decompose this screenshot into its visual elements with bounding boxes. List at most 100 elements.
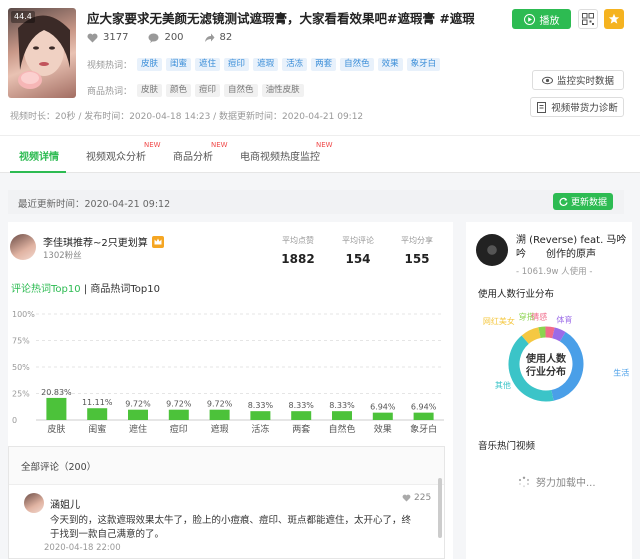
y-tick-label: 0: [12, 416, 17, 425]
y-tick-label: 100%: [12, 310, 35, 319]
product-word-tag[interactable]: 颜色: [166, 84, 192, 97]
hot-word-tag[interactable]: 遮瑕: [253, 58, 279, 71]
update-data-button[interactable]: 更新数据: [553, 193, 613, 210]
star-icon: [608, 13, 620, 24]
crown-icon: [151, 235, 164, 248]
product-word-tag[interactable]: 油性皮肤: [261, 84, 304, 97]
kpi-avg-likes: 平均点赞 1882: [281, 236, 315, 266]
hot-score-badge: 44.4: [11, 11, 35, 23]
tab-audience-analysis[interactable]: 视频观众分析 NEW: [86, 141, 161, 163]
product-word-tag[interactable]: 自然色: [224, 84, 258, 97]
tab-product-analysis[interactable]: 商品分析 NEW: [173, 141, 228, 163]
x-tick-label: 效果: [374, 423, 392, 435]
product-hot-words: 商品热词： 皮肤 颜色 痘印 自然色 油性皮肤: [87, 84, 304, 97]
donut-segment: [538, 326, 546, 339]
hot-word-tag[interactable]: 效果: [377, 58, 403, 71]
donut-segment: [521, 327, 541, 345]
heart-icon: [87, 33, 98, 42]
comments-header: 全部评论（200）: [9, 447, 444, 485]
tab-comment-keywords[interactable]: 评论热词Top10: [11, 284, 81, 295]
comment-count: 200: [148, 32, 184, 43]
donut-label: 网红美女: [483, 316, 515, 326]
bar-value-label: 8.33%: [329, 401, 355, 410]
hot-word-tag[interactable]: 活冻: [282, 58, 308, 71]
bar-value-label: 9.72%: [125, 400, 151, 409]
video-hot-words-label: 视频热词：: [87, 61, 133, 71]
loading-indicator: 努力加载中...: [518, 474, 596, 489]
bar-value-label: 8.33%: [288, 401, 314, 410]
product-word-tag[interactable]: 皮肤: [137, 84, 163, 97]
bar-value-label: 11.11%: [82, 398, 113, 407]
donut-label: 情感: [531, 311, 547, 321]
keyword-tab-separator: |: [83, 284, 88, 295]
last-update-time: 最近更新时间：2020-04-21 09:12: [18, 199, 171, 210]
favorite-button[interactable]: [604, 9, 624, 29]
bar-value-label: 9.72%: [166, 400, 192, 409]
active-tab-indicator: [10, 171, 66, 173]
x-tick-label: 活冻: [251, 423, 269, 435]
comment-text: 今天到的，这款遮瑕效果太牛了，脸上的小痘痕、痘印、斑点都能遮住，太开心了，终于找…: [50, 515, 412, 540]
author-name[interactable]: 李佳琪推荐~2只更划算: [43, 234, 164, 249]
x-tick-label: 自然色: [328, 423, 355, 435]
author-avatar[interactable]: [10, 234, 36, 260]
hot-word-tag[interactable]: 痘印: [224, 58, 250, 71]
tab-video-detail[interactable]: 视频详情: [19, 148, 59, 163]
commenter-name[interactable]: 涵姐儿: [50, 496, 80, 511]
bar: [128, 409, 148, 420]
qrcode-button[interactable]: [578, 9, 598, 29]
video-thumbnail[interactable]: 44.4: [8, 8, 76, 98]
video-meta: 视频时长：20秒 / 发布时间：2020-04-18 14:23 / 数据更新时…: [10, 112, 364, 122]
document-icon: [537, 101, 547, 113]
bar-value-label: 20.83%: [41, 388, 72, 397]
y-tick-label: 50%: [12, 363, 30, 372]
industry-donut-chart: 生活其他网红美女穿搭情感 体育使用人数行业分布: [483, 311, 629, 402]
update-bar: 最近更新时间：2020-04-21 09:12 更新数据: [8, 190, 624, 214]
commenter-avatar[interactable]: [24, 493, 44, 513]
bar: [250, 411, 271, 420]
music-cover[interactable]: [476, 234, 508, 266]
donut-segment: [545, 326, 555, 339]
x-tick-label: 两套: [292, 423, 310, 435]
bar-value-label: 6.94%: [370, 403, 396, 412]
x-tick-label: 痘印: [170, 423, 188, 435]
new-badge: NEW: [211, 141, 228, 149]
industry-title: 使用人数行业分布: [478, 289, 555, 300]
music-panel: 溯 (Reverse) feat. 马吟吟 创作的原声 - 1061.9w 人使…: [466, 222, 632, 559]
bar: [209, 409, 230, 420]
monitor-realtime-button[interactable]: 监控实时数据: [532, 70, 624, 90]
hot-word-tag[interactable]: 遮住: [195, 58, 221, 71]
comment-like-count[interactable]: 225: [402, 493, 431, 503]
diagnose-button[interactable]: 视频带货力诊断: [530, 97, 624, 117]
keyword-bar-chart: 0 25% 50% 75% 100% 20.83% 皮肤 11.11% 闺蜜 9.72% 遮住 9.7…: [12, 310, 444, 435]
x-tick-label: 闺蜜: [88, 423, 106, 435]
hot-word-tag[interactable]: 皮肤: [137, 58, 163, 71]
product-word-tag[interactable]: 痘印: [195, 84, 221, 97]
video-stats: 3177 200 82: [87, 32, 232, 43]
refresh-icon: [559, 197, 568, 206]
play-button[interactable]: 播放: [512, 9, 571, 29]
detail-tabs: 视频详情 视频观众分析 NEW 商品分析 NEW 电商视频热度监控 NEW: [0, 135, 640, 173]
new-badge: NEW: [144, 141, 161, 149]
qrcode-icon: [582, 13, 594, 25]
donut-center-label: 使用人数: [525, 352, 567, 365]
x-tick-label: 遮瑕: [211, 423, 229, 435]
bar-value-label: 8.33%: [248, 401, 274, 410]
eye-icon: [541, 76, 553, 84]
tab-product-keywords[interactable]: 商品热词Top10: [90, 284, 160, 295]
comments-scrollbar[interactable]: [438, 478, 442, 538]
music-name[interactable]: 溯 (Reverse) feat. 马吟吟 创作的原声: [516, 234, 630, 262]
hot-word-tag[interactable]: 两套: [311, 58, 337, 71]
y-tick-label: 75%: [12, 337, 30, 346]
donut-label: 生活: [613, 367, 629, 377]
hot-word-tag[interactable]: 自然色: [340, 58, 374, 71]
bar-value-label: 6.94%: [411, 403, 437, 412]
bar: [168, 409, 189, 420]
hot-word-tag[interactable]: 象牙白: [406, 58, 441, 71]
tab-heat-monitor[interactable]: 电商视频热度监控 NEW: [240, 141, 333, 163]
hot-word-tag[interactable]: 闺蜜: [166, 58, 192, 71]
bar: [291, 411, 312, 420]
kpi-avg-shares: 平均分享 155: [401, 236, 433, 266]
spinner-icon: [518, 476, 530, 487]
kpi-avg-comments: 平均评论 154: [342, 236, 374, 266]
bar: [46, 397, 67, 420]
